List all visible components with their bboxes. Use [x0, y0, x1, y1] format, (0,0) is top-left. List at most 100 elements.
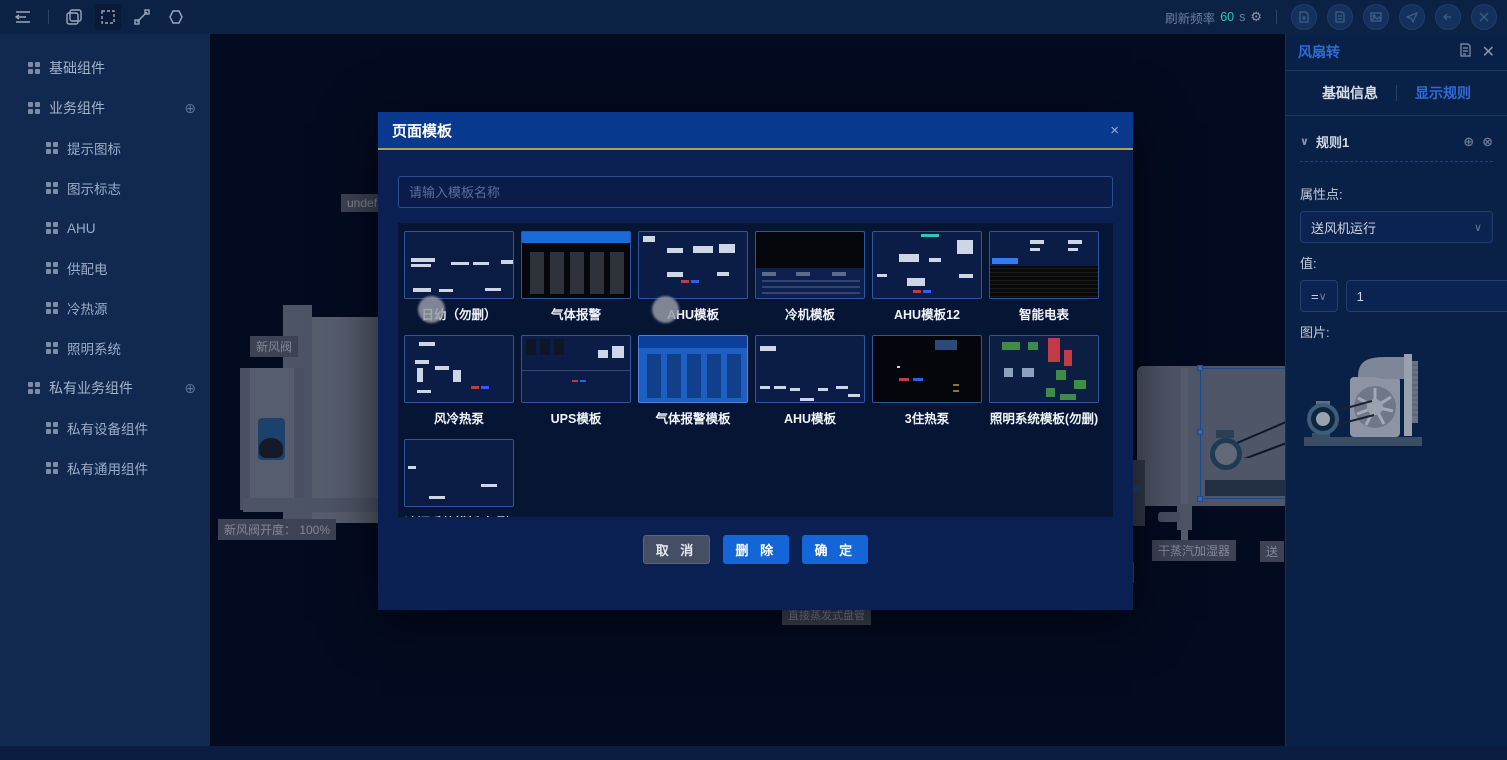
file-add-button[interactable]: [1291, 4, 1317, 30]
template-thumbnail[interactable]: [404, 335, 514, 403]
chevron-down-icon: ∨: [1319, 290, 1327, 303]
expand-plus-icon[interactable]: ⊕: [184, 380, 196, 397]
marquee-select-icon[interactable]: [95, 4, 121, 30]
connector-line-icon[interactable]: [129, 4, 155, 30]
close-button[interactable]: [1471, 4, 1497, 30]
template-label: 日幼（勿删）: [404, 304, 514, 323]
file-button[interactable]: [1327, 4, 1353, 30]
template-card[interactable]: 风冷热泵: [404, 335, 514, 427]
gear-icon[interactable]: ⚙: [1250, 9, 1262, 25]
sidebar-item[interactable]: 提示图标: [0, 128, 210, 168]
sidebar-item-label: 基础组件: [49, 58, 196, 78]
template-thumbnail[interactable]: [638, 335, 748, 403]
template-thumbnail[interactable]: [989, 335, 1099, 403]
template-thumbnail[interactable]: [521, 335, 631, 403]
sidebar-item[interactable]: 私有设备组件: [0, 408, 210, 448]
image-label: 图片:: [1300, 322, 1493, 341]
menu-icon[interactable]: [10, 4, 36, 30]
attribute-point-select[interactable]: 送风机运行 ∨: [1300, 211, 1493, 243]
tab-display-rules[interactable]: 显示规则: [1415, 83, 1471, 103]
template-card[interactable]: 冷源系统模板(勿删): [404, 439, 514, 517]
sidebar-list: 基础组件业务组件⊕提示图标图示标志AHU供配电冷热源照明系统私有业务组件⊕私有设…: [0, 48, 210, 488]
dialog-close-icon[interactable]: ×: [1110, 122, 1119, 139]
template-card[interactable]: 照明系统模板(勿删): [989, 335, 1099, 427]
tab-divider: [1396, 85, 1397, 101]
selection-handle[interactable]: [1197, 429, 1203, 435]
sidebar-item-label: 私有设备组件: [67, 418, 196, 438]
sidebar-item-label: AHU: [67, 221, 196, 236]
template-label: AHU模板: [638, 304, 748, 323]
template-card[interactable]: 气体报警: [521, 231, 631, 323]
component-grid-icon: [46, 462, 58, 474]
refresh-unit: s: [1239, 10, 1245, 24]
canvas-label-fresh-air-opening: 新风阀开度： 100%: [218, 519, 336, 540]
template-card[interactable]: AHU模板: [755, 335, 865, 427]
image-button[interactable]: [1363, 4, 1389, 30]
template-thumbnail[interactable]: [872, 335, 982, 403]
template-name-input[interactable]: [398, 176, 1113, 208]
selection-handle[interactable]: [1197, 365, 1203, 371]
toolbar-divider: [48, 10, 49, 24]
layers-icon[interactable]: [61, 4, 87, 30]
component-grid-icon: [46, 422, 58, 434]
template-card[interactable]: 冷机模板: [755, 231, 865, 323]
rule-value-input[interactable]: [1346, 280, 1507, 312]
template-thumbnail[interactable]: [989, 231, 1099, 299]
sidebar-item[interactable]: 基础组件: [0, 48, 210, 88]
document-icon[interactable]: [1459, 43, 1472, 62]
template-card[interactable]: 日幼（勿删）: [404, 231, 514, 323]
sidebar-item-label: 私有通用组件: [67, 458, 196, 478]
template-panel: 日幼（勿删）气体报警AHU模板冷机模板AHU模板12智能电表风冷热泵UPS模板气…: [398, 223, 1113, 517]
template-thumbnail[interactable]: [755, 231, 865, 299]
template-thumbnail[interactable]: [404, 439, 514, 507]
template-thumbnail[interactable]: [521, 231, 631, 299]
page-template-dialog: 页面模板 × 日幼（勿删）气体报警AHU模板冷机模板AHU模板12智能电表风冷热…: [378, 112, 1133, 610]
delete-button[interactable]: 删 除: [723, 535, 789, 564]
template-grid: 日幼（勿删）气体报警AHU模板冷机模板AHU模板12智能电表风冷热泵UPS模板气…: [404, 231, 1107, 517]
sidebar-item[interactable]: 私有业务组件⊕: [0, 368, 210, 408]
template-thumbnail[interactable]: [755, 335, 865, 403]
template-card[interactable]: UPS模板: [521, 335, 631, 427]
component-grid-icon: [46, 222, 58, 234]
back-button[interactable]: [1435, 4, 1461, 30]
template-card[interactable]: AHU模板12: [872, 231, 982, 323]
sidebar-item[interactable]: 图示标志: [0, 168, 210, 208]
sidebar-item[interactable]: 业务组件⊕: [0, 88, 210, 128]
sidebar-item-label: 照明系统: [67, 338, 196, 358]
sidebar-item[interactable]: 供配电: [0, 248, 210, 288]
confirm-button[interactable]: 确 定: [802, 535, 868, 564]
remove-rule-icon[interactable]: ⊗: [1482, 134, 1493, 150]
template-label: 冷源系统模板(勿删): [404, 512, 514, 517]
template-card[interactable]: 气体报警模板: [638, 335, 748, 427]
valve-handle-shape: [1158, 512, 1180, 522]
attribute-point-label: 属性点:: [1300, 184, 1493, 203]
tab-basic-info[interactable]: 基础信息: [1322, 83, 1378, 103]
cancel-button[interactable]: 取 消: [643, 535, 711, 564]
hexagon-shape-icon[interactable]: [163, 4, 189, 30]
send-button[interactable]: [1399, 4, 1425, 30]
sidebar-item[interactable]: 私有通用组件: [0, 448, 210, 488]
template-card[interactable]: 智能电表: [989, 231, 1099, 323]
sidebar-item[interactable]: 冷热源: [0, 288, 210, 328]
canvas-label-humidifier: 干蒸汽加湿器: [1152, 540, 1236, 561]
sidebar-item-label: 供配电: [67, 258, 196, 278]
panel-title: 风扇转: [1298, 42, 1340, 62]
template-label: 照明系统模板(勿删): [989, 408, 1099, 427]
add-rule-icon[interactable]: ⊕: [1463, 134, 1474, 150]
operator-select[interactable]: = ∨: [1300, 280, 1338, 312]
sidebar-item[interactable]: 照明系统: [0, 328, 210, 368]
expand-plus-icon[interactable]: ⊕: [184, 100, 196, 117]
panel-close-icon[interactable]: ✕: [1482, 42, 1495, 62]
template-card[interactable]: AHU模板: [638, 231, 748, 323]
bottom-bar: [0, 746, 1507, 760]
template-label: 冷机模板: [755, 304, 865, 323]
sidebar-item[interactable]: AHU: [0, 208, 210, 248]
template-thumbnail[interactable]: [872, 231, 982, 299]
template-card[interactable]: 3住热泵: [872, 335, 982, 427]
fan-cap-shape: [1216, 430, 1234, 438]
sidebar-item-label: 私有业务组件: [49, 378, 184, 398]
template-thumbnail[interactable]: [638, 231, 748, 299]
template-thumbnail[interactable]: [404, 231, 514, 299]
collapse-chevron-icon[interactable]: ∨: [1300, 135, 1309, 148]
selection-handle[interactable]: [1197, 496, 1203, 502]
